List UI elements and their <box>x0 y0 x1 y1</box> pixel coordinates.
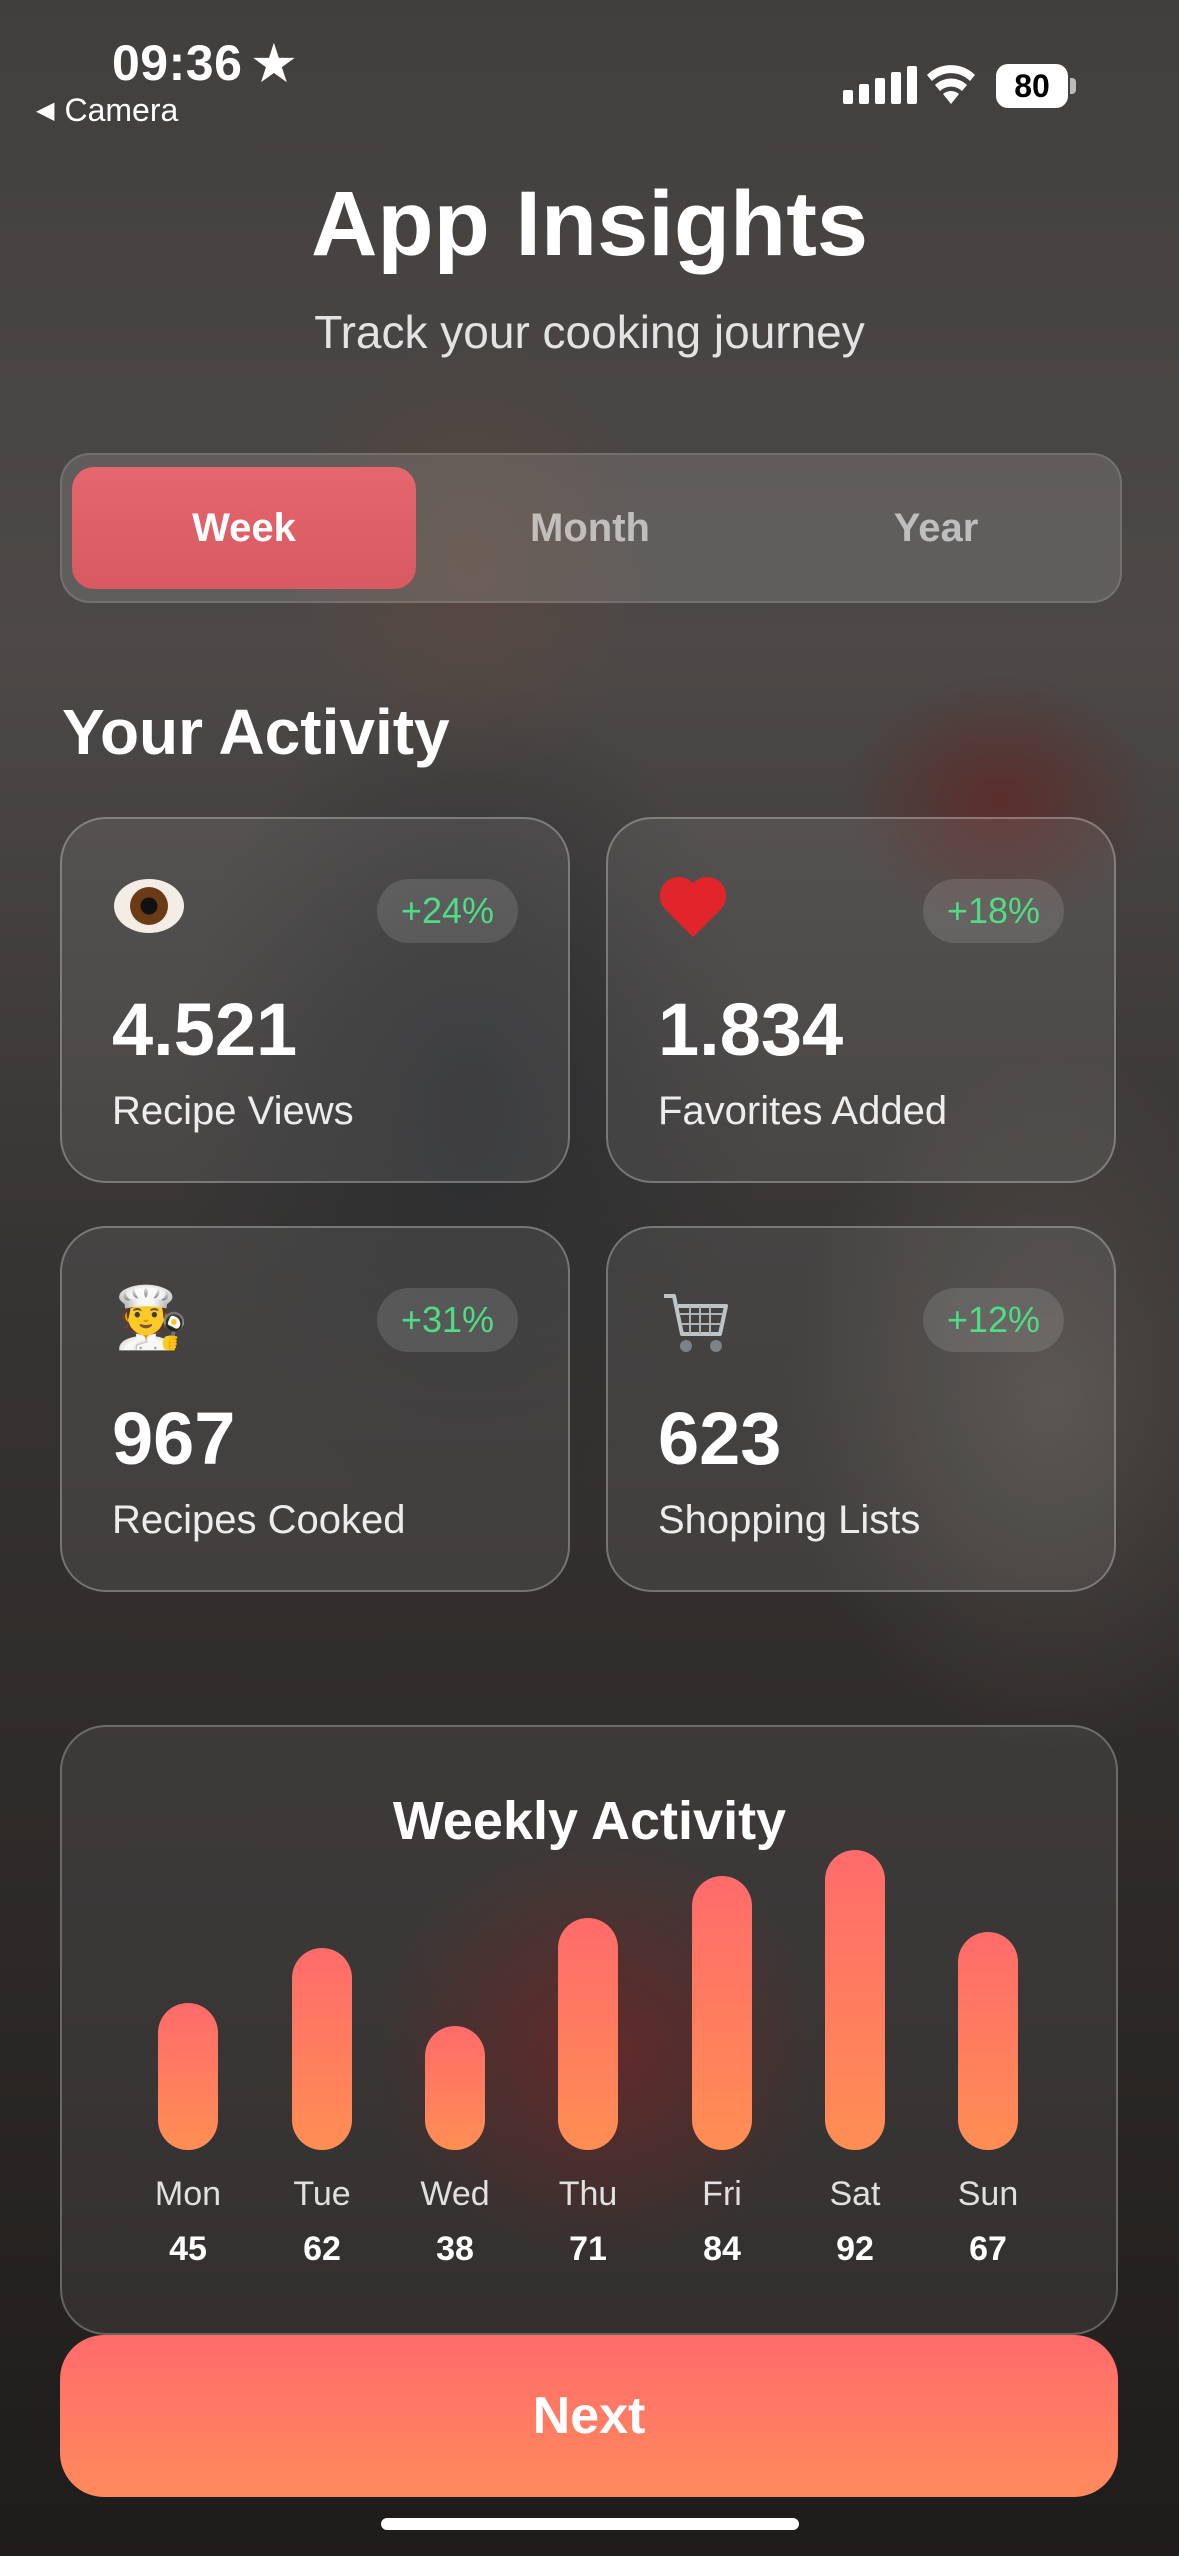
chart-value-label: 38 <box>436 2230 474 2268</box>
chart-value-label: 84 <box>703 2230 741 2268</box>
stat-card-recipe-views[interactable]: +24% 4.521 Recipe Views <box>60 817 570 1183</box>
chart-bar-tue <box>292 1948 352 2150</box>
chart-day-label: Tue <box>293 2175 351 2213</box>
eye-icon <box>114 879 184 933</box>
stat-label: Recipes Cooked <box>112 1498 406 1542</box>
chart-bar-sun <box>958 1932 1018 2150</box>
home-indicator[interactable] <box>381 2518 799 2530</box>
chart-bar-sat <box>825 1850 885 2150</box>
chef-icon: 🧑‍🍳 <box>114 1284 189 1351</box>
tab-month[interactable]: Month <box>418 467 762 589</box>
chart-title: Weekly Activity <box>392 1791 787 1851</box>
stat-label: Recipe Views <box>112 1089 354 1133</box>
chart-day-label: Thu <box>558 2175 618 2213</box>
wifi-icon <box>927 65 975 104</box>
tab-year[interactable]: Year <box>764 467 1108 589</box>
stat-card-recipes-cooked[interactable]: 🧑‍🍳 +31% 967 Recipes Cooked <box>60 1226 570 1592</box>
page-title: App Insights <box>310 173 869 275</box>
chart-value-label: 62 <box>303 2230 341 2268</box>
stat-label: Shopping Lists <box>658 1498 921 1542</box>
chart-day-label: Sat <box>829 2175 881 2213</box>
back-to-camera[interactable]: ◀ Camera <box>36 92 178 129</box>
chart-day-label: Mon <box>154 2175 222 2213</box>
section-title: Your Activity <box>62 696 450 768</box>
stat-value: 1.834 <box>658 988 844 1071</box>
chart-day-label: Wed <box>420 2175 490 2213</box>
period-segmented-control: Week Month Year <box>60 453 1122 603</box>
chart-value-label: 67 <box>969 2230 1007 2268</box>
stat-value: 4.521 <box>112 988 298 1071</box>
status-time: 09:36 ★ <box>112 35 296 91</box>
chart-bar-fri <box>692 1876 752 2150</box>
chart-day-label: Fri <box>702 2175 742 2213</box>
shopping-cart-icon <box>660 1288 732 1368</box>
stat-card-favorites-added[interactable]: +18% 1.834 Favorites Added <box>606 817 1116 1183</box>
star-icon: ★ <box>252 38 296 91</box>
stat-card-shopping-lists[interactable]: +12% 623 Shopping Lists <box>606 1226 1116 1592</box>
change-badge: +24% <box>376 879 518 943</box>
chart-bar-thu <box>558 1918 618 2150</box>
chart-value-label: 92 <box>836 2230 874 2268</box>
back-triangle-icon: ◀ <box>36 97 55 124</box>
chart-bar-wed <box>425 2026 485 2150</box>
stat-value: 623 <box>658 1397 782 1480</box>
chart-value-label: 45 <box>169 2230 207 2268</box>
stat-label: Favorites Added <box>658 1089 948 1133</box>
tab-week[interactable]: Week <box>72 467 416 589</box>
change-badge: +12% <box>922 1288 1064 1352</box>
battery-level: 80 <box>996 64 1068 108</box>
heart-icon <box>660 879 730 945</box>
change-badge: +18% <box>922 879 1064 943</box>
back-label: Camera <box>64 92 179 128</box>
battery-indicator: 80 <box>996 64 1076 108</box>
stat-value: 967 <box>112 1397 236 1480</box>
page-subtitle: Track your cooking journey <box>314 306 865 358</box>
chart-bar-mon <box>158 2003 218 2150</box>
chart-value-label: 71 <box>569 2230 607 2268</box>
cellular-signal-icon <box>843 66 917 104</box>
next-button[interactable]: Next <box>60 2335 1118 2497</box>
change-badge: +31% <box>376 1288 518 1352</box>
chart-day-label: Sun <box>957 2175 1019 2213</box>
